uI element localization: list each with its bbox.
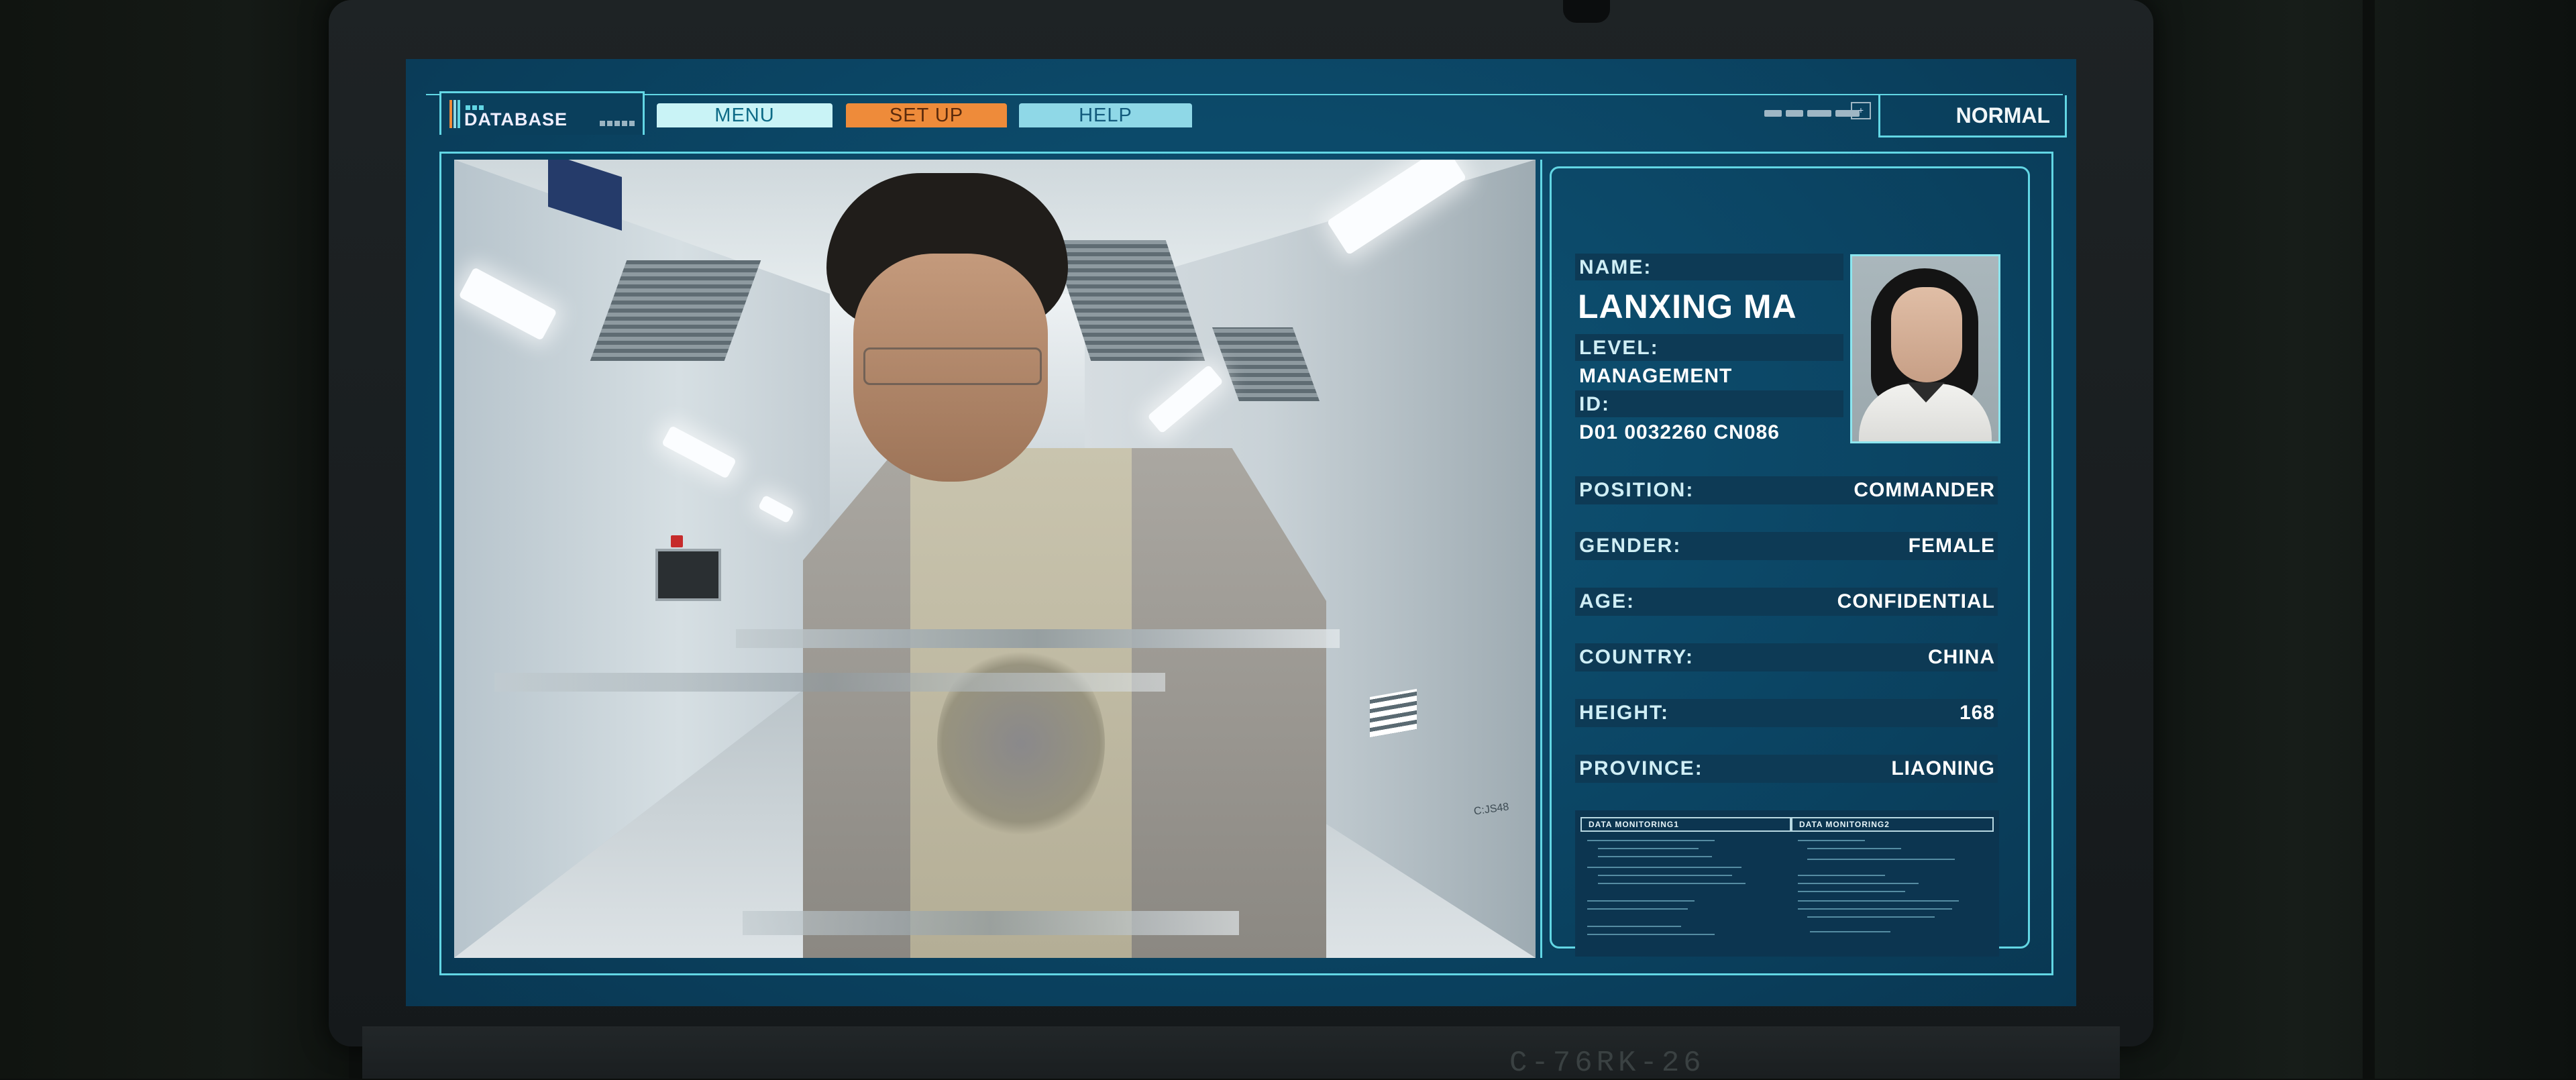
field-value: FEMALE bbox=[1908, 535, 1995, 557]
profile-name: LANXING MA bbox=[1578, 288, 1797, 325]
log-line bbox=[1587, 934, 1715, 935]
field-value: LIAONING bbox=[1891, 757, 1995, 779]
field-value: CONFIDENTIAL bbox=[1837, 590, 1995, 612]
id-label: ID: bbox=[1579, 393, 1610, 415]
database-bars-icon bbox=[449, 100, 460, 128]
log-line bbox=[1810, 931, 1890, 932]
monitoring-1-title: DATA MONITORING1 bbox=[1580, 817, 1791, 832]
room-background-right bbox=[2106, 0, 2576, 1079]
field-row-gender: GENDER: FEMALE bbox=[1575, 532, 1998, 560]
tab-menu[interactable]: MENU bbox=[657, 103, 833, 127]
light-panel bbox=[1370, 688, 1417, 738]
status-indicators-icon bbox=[1764, 108, 1864, 120]
field-label: COUNTRY: bbox=[1579, 646, 1694, 668]
log-line bbox=[1807, 859, 1955, 860]
log-line bbox=[1587, 900, 1695, 902]
log-line bbox=[1598, 856, 1712, 857]
red-indicator bbox=[671, 535, 683, 547]
profile-panel: NAME: LANXING MA LEVEL: MANAGEMENT ID: D… bbox=[1550, 166, 2030, 963]
header-rule bbox=[426, 94, 2063, 95]
room-background-left bbox=[0, 0, 349, 1079]
log-line bbox=[1587, 867, 1741, 868]
database-signal-icon bbox=[600, 117, 637, 129]
curtain-edge bbox=[2363, 0, 2375, 1079]
glitch-band bbox=[494, 673, 1165, 692]
log-line bbox=[1807, 916, 1935, 918]
field-row-age: AGE: CONFIDENTIAL bbox=[1575, 588, 1998, 616]
field-row-position: POSITION: COMMANDER bbox=[1575, 476, 1998, 504]
field-label: AGE: bbox=[1579, 590, 1635, 612]
field-value: 168 bbox=[1959, 702, 1995, 724]
screen: DATABASE MENU SET UP HELP + NORMAL C:JS4… bbox=[406, 59, 2076, 1006]
log-line bbox=[1798, 875, 1885, 876]
log-line bbox=[1587, 908, 1688, 910]
webcam-notch bbox=[1563, 0, 1610, 23]
monitor-stand bbox=[362, 1026, 2120, 1079]
field-label: HEIGHT: bbox=[1579, 702, 1669, 724]
log-line bbox=[1798, 908, 1952, 910]
field-label: PROVINCE: bbox=[1579, 757, 1703, 779]
data-monitoring-panel: DATA MONITORING1 DATA MONITORING2 bbox=[1575, 810, 1999, 957]
log-line bbox=[1798, 840, 1865, 841]
level-label: LEVEL: bbox=[1579, 337, 1659, 359]
wall-monitor bbox=[655, 549, 721, 601]
database-panel[interactable]: DATABASE bbox=[439, 91, 645, 135]
database-label: DATABASE bbox=[464, 109, 568, 129]
stand-label: C-76RK-26 bbox=[1509, 1046, 1705, 1080]
field-label: GENDER: bbox=[1579, 535, 1682, 557]
profile-photo bbox=[1850, 254, 2000, 443]
profile-id: D01 0032260 CN086 bbox=[1579, 421, 1780, 443]
name-label: NAME: bbox=[1579, 256, 1652, 278]
mode-toggle-icon[interactable]: + bbox=[1851, 102, 1871, 119]
field-row-country: COUNTRY: CHINA bbox=[1575, 643, 1998, 671]
glitch-band bbox=[743, 911, 1239, 935]
field-value: COMMANDER bbox=[1854, 479, 1995, 501]
field-row-province: PROVINCE: LIAONING bbox=[1575, 755, 1998, 783]
monitoring-2-title: DATA MONITORING2 bbox=[1791, 817, 1994, 832]
field-label: POSITION: bbox=[1579, 479, 1695, 501]
photo-face bbox=[1891, 287, 1962, 382]
mode-indicator[interactable]: + NORMAL bbox=[1851, 95, 2067, 138]
camera-feed[interactable]: C:JS48 bbox=[454, 160, 1536, 958]
mode-label: NORMAL bbox=[1955, 103, 2050, 127]
person-glasses bbox=[863, 347, 1042, 385]
log-line bbox=[1587, 926, 1681, 927]
field-value: CHINA bbox=[1928, 646, 1995, 668]
log-line bbox=[1598, 883, 1746, 884]
log-line bbox=[1807, 848, 1901, 849]
log-line bbox=[1798, 883, 1919, 884]
log-line bbox=[1587, 840, 1715, 841]
log-line bbox=[1598, 875, 1732, 876]
log-line bbox=[1798, 900, 1959, 902]
glitch-band bbox=[736, 629, 1340, 648]
field-row-height: HEIGHT: 168 bbox=[1575, 699, 1998, 727]
tab-help[interactable]: HELP bbox=[1019, 103, 1192, 127]
id-strip bbox=[1575, 390, 1843, 417]
log-line bbox=[1798, 891, 1905, 892]
log-line bbox=[1598, 848, 1699, 849]
panel-divider bbox=[1540, 160, 1542, 958]
profile-level: MANAGEMENT bbox=[1579, 365, 1733, 387]
tab-set-up[interactable]: SET UP bbox=[846, 103, 1007, 127]
